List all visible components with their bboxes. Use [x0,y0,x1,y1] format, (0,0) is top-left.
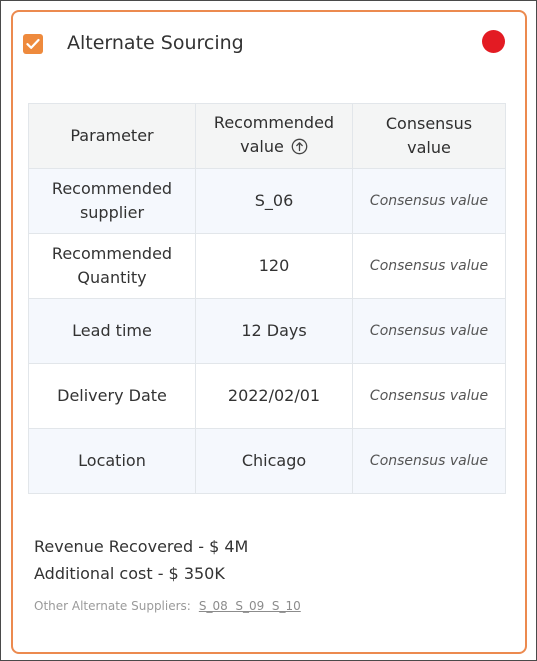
consensus-value-cell[interactable]: Consensus value [352,298,506,364]
param-cell: Recommended Quantity [28,233,196,299]
recommended-value-cell: Chicago [195,428,353,494]
param-label: Quantity [77,268,147,287]
other-suppliers-label: Other Alternate Suppliers: [34,599,191,613]
status-indicator [482,30,505,53]
param-cell: Recommended supplier [28,168,196,234]
card-header: Alternate Sourcing [22,30,505,54]
param-cell: Location [28,428,196,494]
param-cell: Lead time [28,298,196,364]
summary-block: Revenue Recovered - $ 4M Additional cost… [34,533,248,587]
header-recommended-line2: value [240,136,284,156]
header-recommended-value: Recommended value [195,103,353,169]
revenue-recovered: Revenue Recovered - $ 4M [34,537,249,556]
parameters-table: Parameter Recommended value Consensus va [28,103,506,494]
consensus-value-cell[interactable]: Consensus value [352,233,506,299]
other-suppliers-links[interactable]: S_08 S_09 S_10 [199,599,301,613]
upload-info-icon[interactable] [291,138,308,162]
consensus-value-cell[interactable]: Consensus value [352,428,506,494]
header-consensus-line1: Consensus [385,114,473,133]
other-suppliers: Other Alternate Suppliers: S_08 S_09 S_10 [34,599,301,613]
alternate-sourcing-checkbox[interactable] [23,34,43,54]
table-row: Location Chicago Consensus value [28,428,506,494]
consensus-value-cell[interactable]: Consensus value [352,363,506,429]
additional-cost: Additional cost - $ 350K [34,564,225,583]
recommended-value-cell: 120 [195,233,353,299]
header-consensus-value: Consensus value [352,103,506,169]
card-title: Alternate Sourcing [67,32,244,54]
consensus-value-cell[interactable]: Consensus value [352,168,506,234]
param-cell: Delivery Date [28,363,196,429]
recommended-value-cell: 2022/02/01 [195,363,353,429]
table-row: Recommended supplier S_06 Consensus valu… [28,168,506,234]
table-row: Lead time 12 Days Consensus value [28,298,506,364]
table-row: Delivery Date 2022/02/01 Consensus value [28,363,506,429]
table-row: Recommended Quantity 120 Consensus value [28,233,506,299]
recommended-value-cell: S_06 [195,168,353,234]
recommended-value-cell: 12 Days [195,298,353,364]
param-label: Recommended [51,244,173,263]
header-parameter: Parameter [28,103,196,169]
table-header-row: Parameter Recommended value Consensus va [28,103,506,169]
header-consensus-line2: value [407,138,451,157]
header-recommended-line1: Recommended [213,112,335,132]
param-label: Recommended [51,179,173,198]
param-label: supplier [79,203,145,222]
checkmark-icon [26,38,40,49]
header-parameter-label: Parameter [70,126,154,145]
